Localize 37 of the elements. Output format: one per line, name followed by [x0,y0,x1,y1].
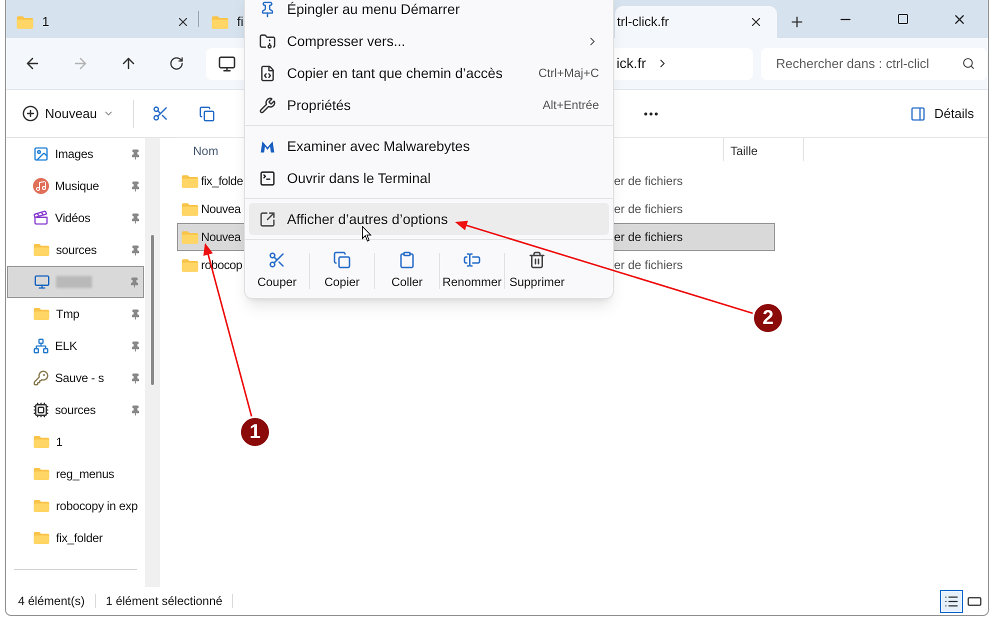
file-name: Nouvea [201,229,241,246]
sidebar-label: reg_menus [56,466,114,483]
step-number-badge: 2 [752,302,784,334]
file-type: er de fichiers [614,257,684,274]
search-placeholder: Rechercher dans : ctrl-clicl [776,54,930,73]
menu-item-label: Ouvrir dans le Terminal [287,168,431,188]
sidebar-label: Sauve - s [55,370,104,387]
sidebar-label: Tmp [56,306,80,323]
sidebar-label: Images [55,146,94,163]
menu-item-label: Propriétés [287,96,351,115]
sidebar-label: Musique [55,178,99,195]
selection-count: 1 élément sélectionné [106,593,222,610]
file-type: er de fichiers [614,173,684,190]
tab-title: trl-click.fr [617,13,670,32]
menu-item-label: Examiner avec Malwarebytes [287,136,470,156]
path-text: ick.fr [616,54,646,73]
file-name: fix_folde [201,173,243,190]
tab-title: 1 [42,13,50,32]
sidebar-label: fix_folder [56,530,103,547]
file-name: Nouvea [201,201,241,218]
sidebar-label: 1 [56,434,62,451]
sidebar-label: robocopy in exp [56,498,138,515]
file-type: er de fichiers [614,229,684,246]
sidebar-label: sources [55,402,96,419]
item-count: 4 élément(s) [18,593,85,610]
sidebar-label: ELK [55,338,78,355]
file-type: er de fichiers [614,201,684,218]
menu-item-label: Épingler au menu Démarrer [287,0,460,19]
step-number-badge: 1 [239,416,271,448]
shortcut-label: Alt+Entrée [542,97,599,114]
menu-item-label: Afficher d’autres d’options [287,210,448,229]
sidebar-label: Vidéos [55,210,90,227]
tab-title: fi [237,13,244,32]
shortcut-label: Ctrl+Maj+C [538,65,599,82]
menu-item-label: Compresser vers... [287,32,406,51]
sidebar-label: sources [56,242,97,259]
menu-item-label: Copier en tant que chemin d’accès [287,64,503,83]
